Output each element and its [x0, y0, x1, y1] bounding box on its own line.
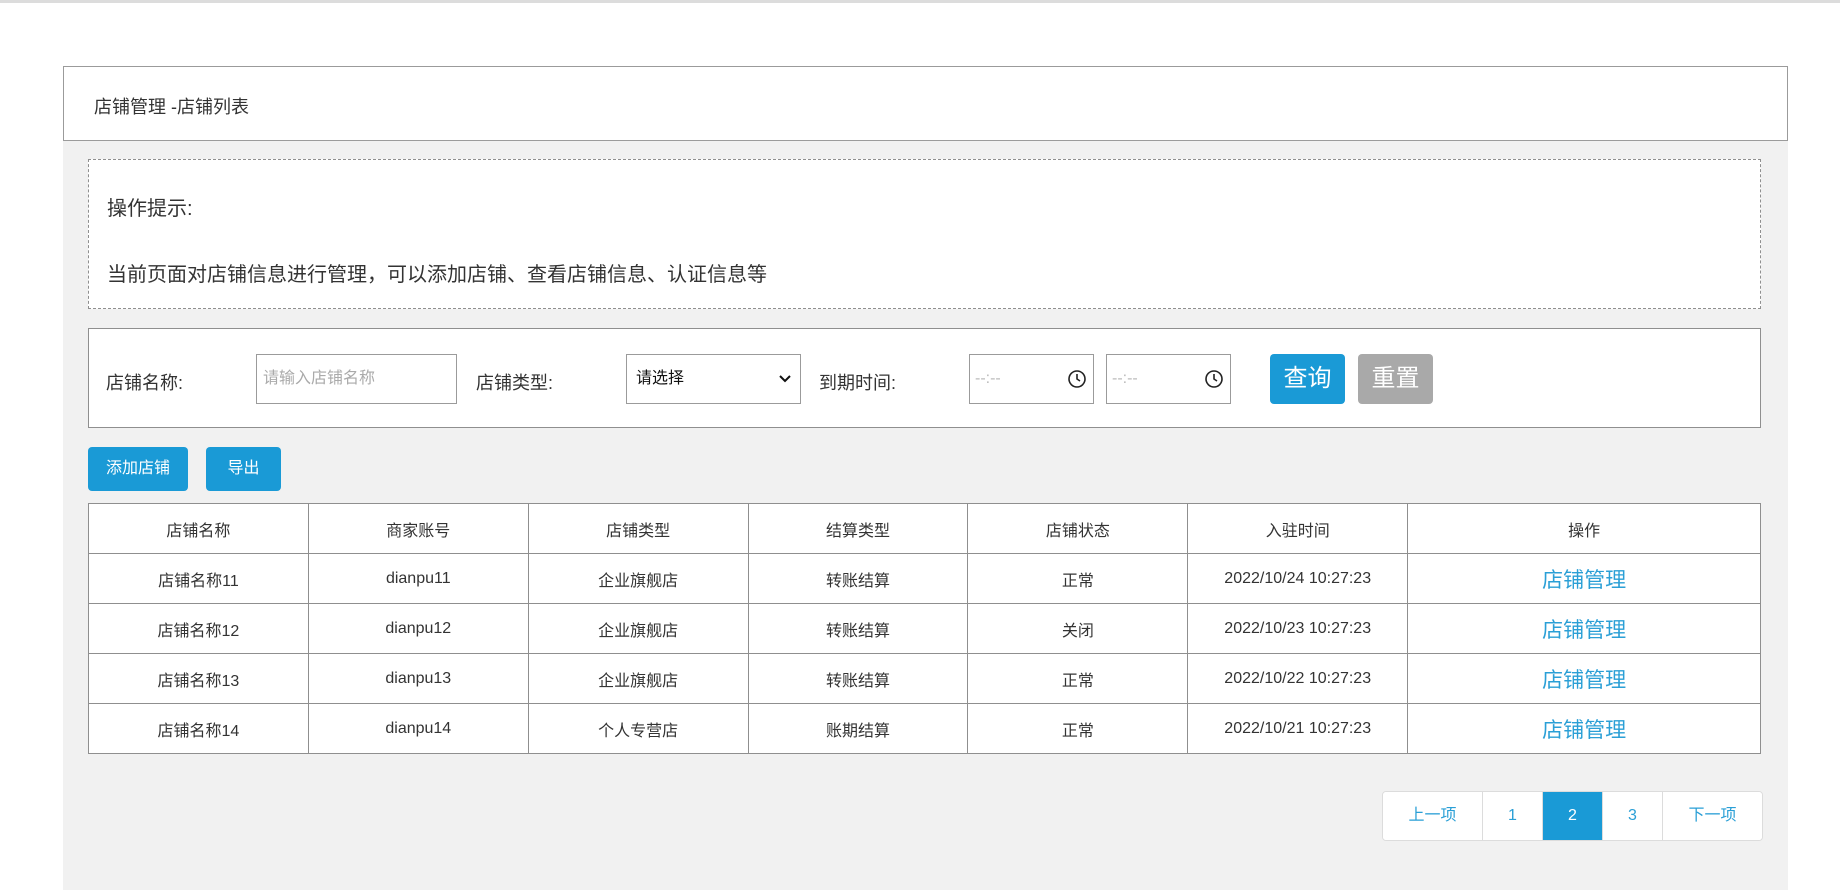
cell-shop-name: 店铺名称14 — [88, 703, 309, 754]
header-shop-status: 店铺状态 — [967, 503, 1189, 554]
table-row: 店铺名称14 dianpu14 个人专营店 账期结算 正常 2022/10/21… — [88, 703, 1761, 754]
export-button[interactable]: 导出 — [206, 447, 281, 491]
cell-merchant-account: dianpu13 — [307, 653, 529, 704]
cell-shop-name: 店铺名称11 — [88, 553, 309, 604]
cell-merchant-account: dianpu14 — [307, 703, 529, 754]
page-2-button[interactable]: 2 — [1543, 792, 1603, 840]
header-operation: 操作 — [1407, 503, 1761, 554]
header-settlement-type: 结算类型 — [747, 503, 969, 554]
cell-shop-type: 个人专营店 — [527, 703, 749, 754]
page-1-button[interactable]: 1 — [1483, 792, 1543, 840]
clock-icon[interactable] — [1067, 369, 1087, 389]
top-divider — [0, 0, 1840, 3]
cell-settlement-type: 转账结算 — [747, 553, 969, 604]
cell-join-time: 2022/10/21 10:27:23 — [1187, 703, 1409, 754]
shop-table: 店铺名称 商家账号 店铺类型 结算类型 店铺状态 入驻时间 操作 店铺名称11 … — [88, 503, 1761, 754]
shop-manage-link[interactable]: 店铺管理 — [1407, 703, 1761, 754]
shop-type-selected: 请选择 — [636, 370, 685, 387]
cell-shop-status: 正常 — [967, 653, 1189, 704]
cell-shop-type: 企业旗舰店 — [527, 553, 749, 604]
cell-merchant-account: dianpu11 — [307, 553, 529, 604]
header-join-time: 入驻时间 — [1187, 503, 1409, 554]
page-header: 店铺管理 - 店铺列表 — [63, 66, 1788, 141]
pagination: 上一项 1 2 3 下一项 — [1382, 791, 1763, 841]
cell-shop-status: 正常 — [967, 703, 1189, 754]
next-page-button[interactable]: 下一项 — [1663, 792, 1762, 840]
cell-shop-name: 店铺名称12 — [88, 603, 309, 654]
time-start-placeholder: --:-- — [975, 370, 1001, 387]
cell-shop-type: 企业旗舰店 — [527, 603, 749, 654]
tips-text: 当前页面对店铺信息进行管理，可以添加店铺、查看店铺信息、认证信息等 — [107, 264, 767, 286]
page-3-button[interactable]: 3 — [1603, 792, 1663, 840]
reset-button[interactable]: 重置 — [1358, 354, 1433, 404]
cell-settlement-type: 转账结算 — [747, 603, 969, 654]
table-row: 店铺名称12 dianpu12 企业旗舰店 转账结算 关闭 2022/10/23… — [88, 603, 1761, 654]
shop-name-label: 店铺名称: — [106, 373, 184, 393]
cell-shop-name: 店铺名称13 — [88, 653, 309, 704]
cell-join-time: 2022/10/24 10:27:23 — [1187, 553, 1409, 604]
cell-join-time: 2022/10/23 10:27:23 — [1187, 603, 1409, 654]
clock-icon[interactable] — [1204, 369, 1224, 389]
cell-settlement-type: 账期结算 — [747, 703, 969, 754]
prev-page-button[interactable]: 上一项 — [1383, 792, 1483, 840]
breadcrumb-current: 店铺列表 — [177, 97, 249, 117]
operation-tips: 操作提示: 当前页面对店铺信息进行管理，可以添加店铺、查看店铺信息、认证信息等 — [88, 159, 1761, 309]
query-button[interactable]: 查询 — [1270, 354, 1345, 404]
table-row: 店铺名称13 dianpu13 企业旗舰店 转账结算 正常 2022/10/22… — [88, 653, 1761, 704]
cell-shop-status: 关闭 — [967, 603, 1189, 654]
shop-type-select[interactable]: 请选择 — [626, 354, 801, 404]
shop-manage-link[interactable]: 店铺管理 — [1407, 553, 1761, 604]
shop-type-label: 店铺类型: — [476, 373, 554, 393]
cell-merchant-account: dianpu12 — [307, 603, 529, 654]
breadcrumb: 店铺管理 - 店铺列表 — [94, 93, 249, 119]
breadcrumb-parent[interactable]: 店铺管理 - — [94, 93, 177, 119]
chevron-down-icon — [779, 375, 791, 383]
expire-time-label: 到期时间: — [819, 373, 897, 393]
table-row: 店铺名称11 dianpu11 企业旗舰店 转账结算 正常 2022/10/24… — [88, 553, 1761, 604]
cell-settlement-type: 转账结算 — [747, 653, 969, 704]
expire-time-start-input[interactable]: --:-- — [969, 354, 1094, 404]
expire-time-end-input[interactable]: --:-- — [1106, 354, 1231, 404]
table-header-row: 店铺名称 商家账号 店铺类型 结算类型 店铺状态 入驻时间 操作 — [88, 503, 1761, 554]
cell-shop-type: 企业旗舰店 — [527, 653, 749, 704]
header-shop-type: 店铺类型 — [527, 503, 749, 554]
time-end-placeholder: --:-- — [1112, 370, 1138, 387]
header-merchant-account: 商家账号 — [307, 503, 529, 554]
cell-shop-status: 正常 — [967, 553, 1189, 604]
shop-manage-link[interactable]: 店铺管理 — [1407, 603, 1761, 654]
tips-title: 操作提示: — [107, 198, 193, 220]
shop-name-input[interactable]: 请输入店铺名称 — [256, 354, 457, 404]
cell-join-time: 2022/10/22 10:27:23 — [1187, 653, 1409, 704]
header-shop-name: 店铺名称 — [88, 503, 309, 554]
shop-manage-link[interactable]: 店铺管理 — [1407, 653, 1761, 704]
add-shop-button[interactable]: 添加店铺 — [88, 447, 188, 491]
filter-bar: 店铺名称: 请输入店铺名称 店铺类型: 请选择 到期时间: --:-- --:-… — [88, 328, 1761, 428]
